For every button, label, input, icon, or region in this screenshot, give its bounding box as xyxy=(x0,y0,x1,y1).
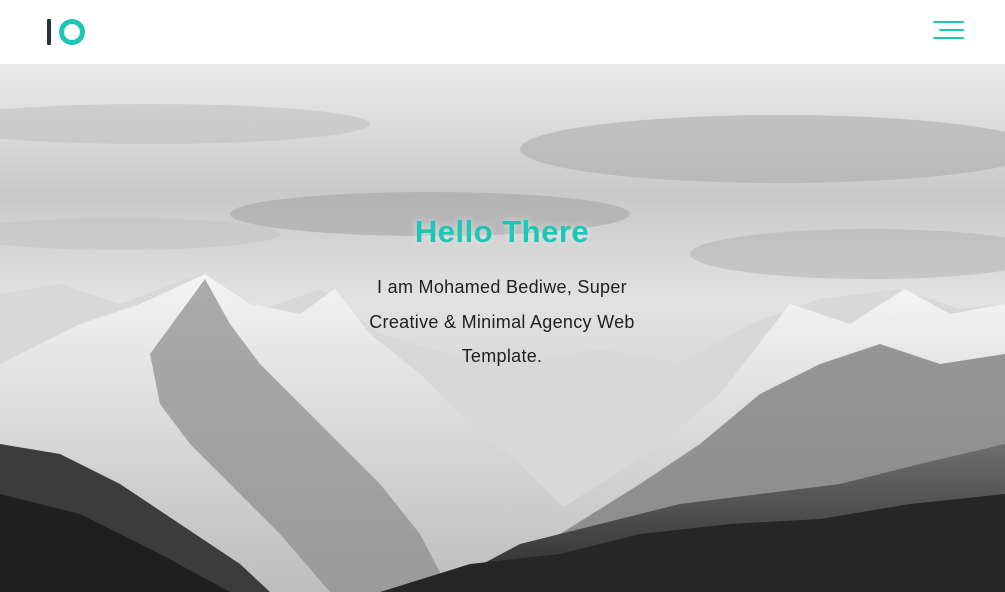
site-header xyxy=(0,0,1005,64)
logo-bar-shape xyxy=(47,19,51,45)
site-logo[interactable] xyxy=(47,19,85,45)
hero-section: Hello There I am Mohamed Bediwe, Super C… xyxy=(0,64,1005,592)
menu-line-middle xyxy=(939,29,964,31)
menu-line-top xyxy=(933,21,964,23)
hamburger-menu-icon[interactable] xyxy=(933,19,965,41)
hero-content: Hello There I am Mohamed Bediwe, Super C… xyxy=(302,214,702,374)
page: Hello There I am Mohamed Bediwe, Super C… xyxy=(0,0,1005,592)
menu-line-bottom xyxy=(933,37,964,39)
logo-ring-shape xyxy=(59,19,85,45)
hero-description: I am Mohamed Bediwe, Super Creative & Mi… xyxy=(369,277,635,366)
hero-title: Hello There xyxy=(414,214,590,249)
